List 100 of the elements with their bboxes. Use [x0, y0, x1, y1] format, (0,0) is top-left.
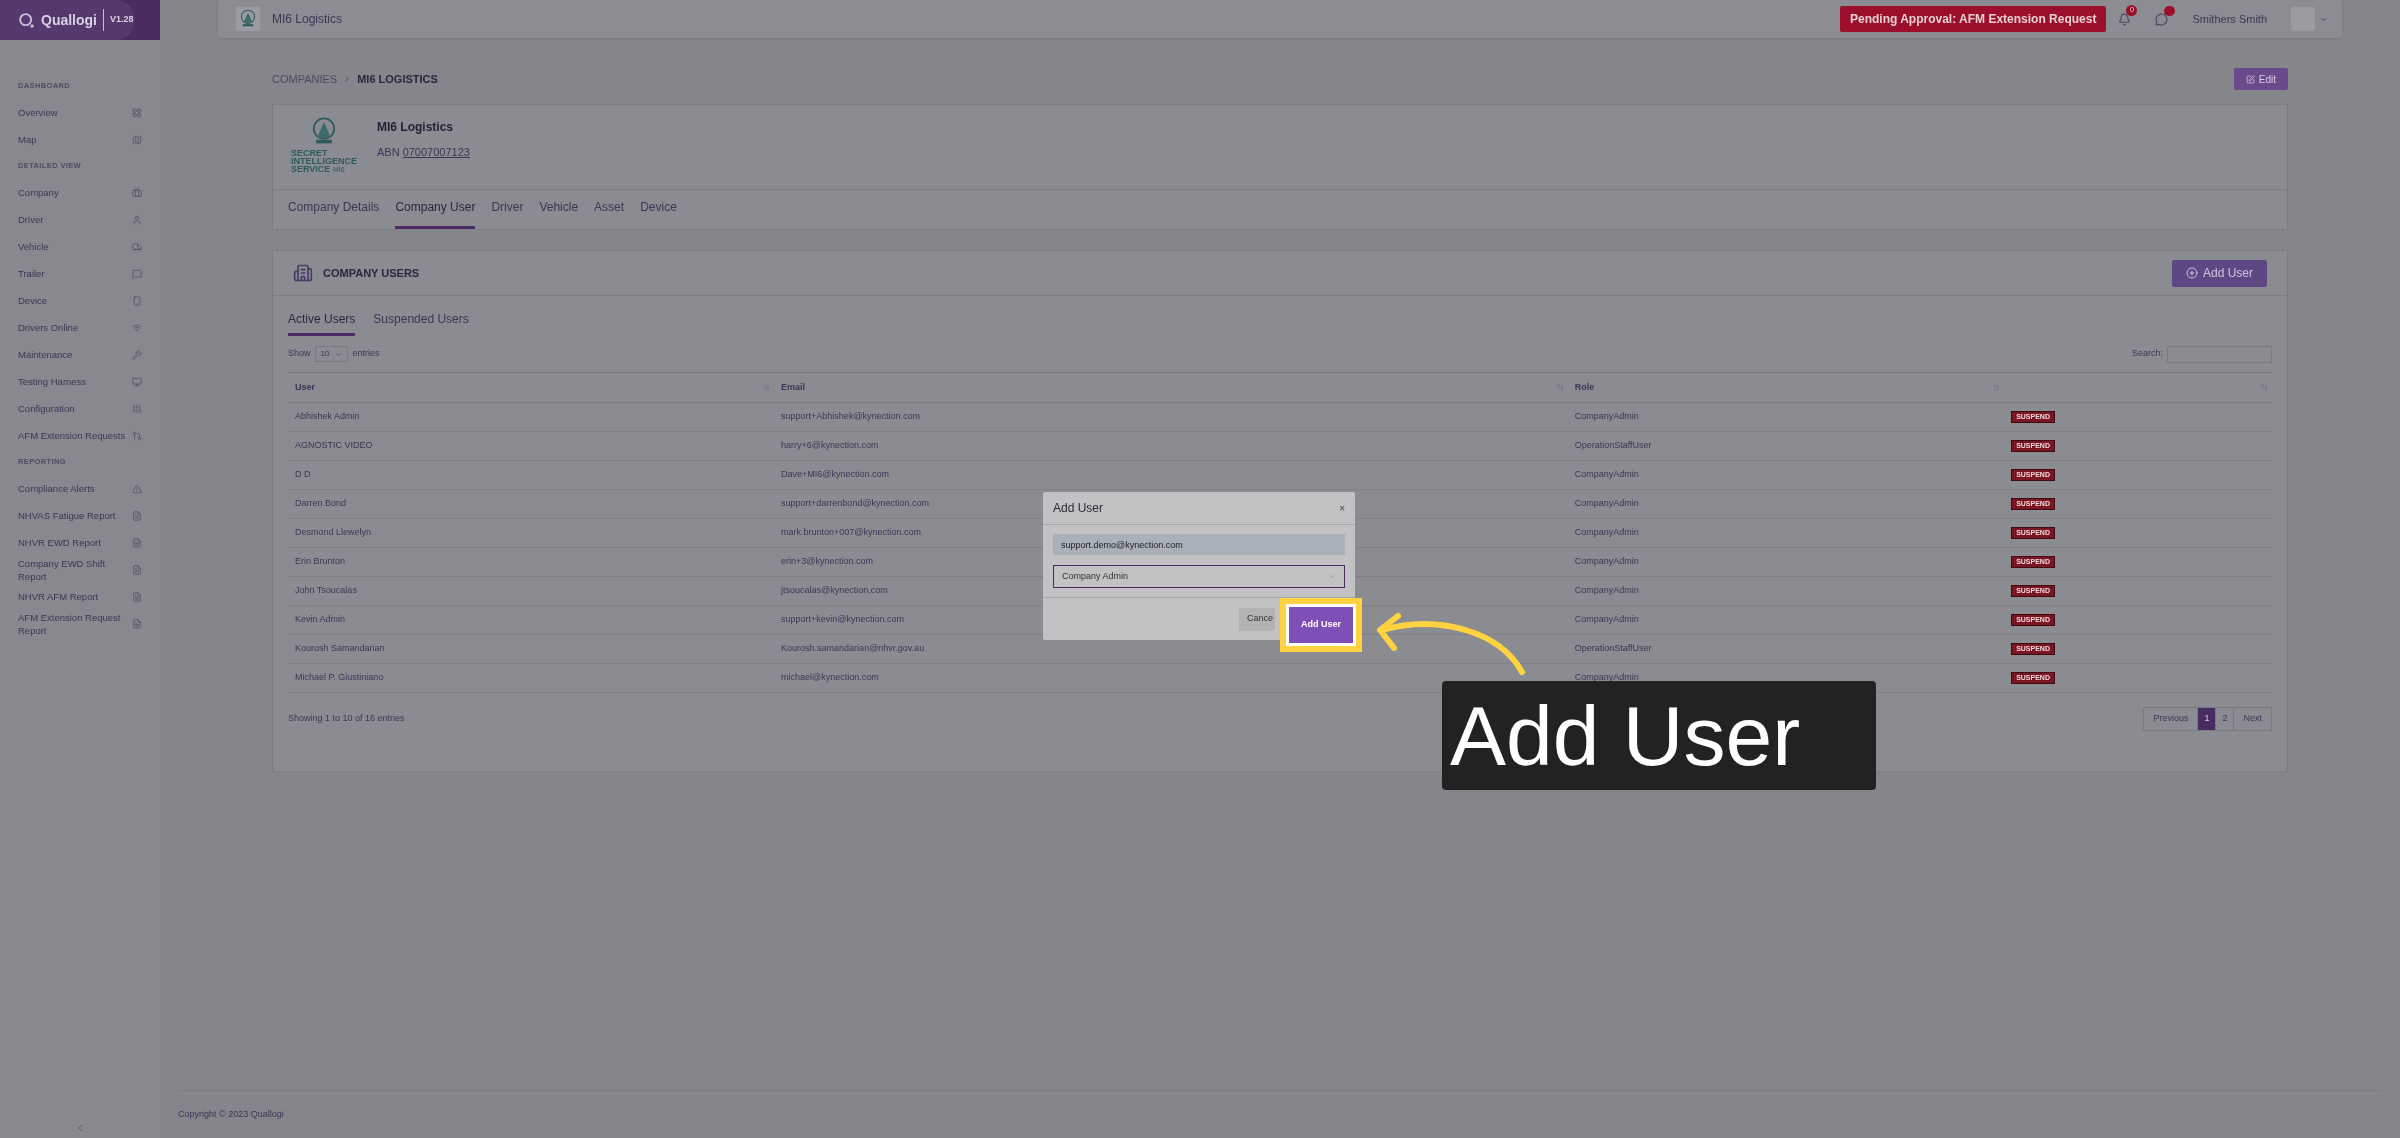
- callout-box: Add User: [1442, 681, 1876, 790]
- user-cell: Darren Bond: [295, 498, 347, 509]
- sidebar-item[interactable]: Maintenance: [18, 341, 142, 368]
- breadcrumb-current: MI6 LOGISTICS: [357, 71, 438, 87]
- user-cell: Abhishek Admin: [295, 411, 360, 422]
- sidebar-item[interactable]: Overview: [18, 99, 142, 126]
- page-button[interactable]: 2: [2216, 708, 2235, 730]
- sidebar-item[interactable]: Device: [18, 287, 142, 314]
- company-tab[interactable]: Driver: [491, 198, 524, 229]
- show-label: Show: [288, 347, 311, 361]
- sidebar-item[interactable]: NHVR AFM Report: [18, 583, 142, 610]
- email-field[interactable]: support.demo@kynection.com: [1053, 534, 1345, 555]
- copyright-text: Copyright © 2023 Quallogi: [178, 1107, 284, 1121]
- sidebar-item[interactable]: Company: [18, 179, 142, 206]
- sidebar-item[interactable]: Trailer: [18, 260, 142, 287]
- dialog-title: Add User: [1053, 500, 1104, 517]
- role-cell: CompanyAdmin: [1574, 469, 1639, 480]
- page-size-select[interactable]: 10: [314, 346, 349, 362]
- sliders-icon: [132, 403, 142, 414]
- email-cell: michael@kynection.com: [781, 672, 879, 683]
- wrench-icon: [132, 349, 142, 360]
- abn-link[interactable]: 07007007123: [402, 144, 470, 161]
- email-cell: support+darrenbond@kynection.com: [781, 498, 930, 509]
- truck-icon: [132, 241, 142, 252]
- user-name: Smithers Smith: [2192, 11, 2267, 27]
- email-cell: Kourosh.samandarian@nhvr.gov.au: [781, 643, 925, 654]
- wifi-icon: [132, 322, 142, 333]
- caret-icon: [335, 350, 343, 358]
- breadcrumb-link[interactable]: COMPANIES: [272, 70, 338, 88]
- role-cell: OperationStaffUser: [1574, 440, 1652, 451]
- message-icon[interactable]: [2155, 12, 2169, 26]
- users-tab[interactable]: Active Users: [288, 310, 356, 336]
- version-label: V1.28: [110, 13, 134, 27]
- role-cell: OperationStaffUser: [1574, 643, 1652, 654]
- company-tab[interactable]: Device: [640, 198, 677, 229]
- add-user-button[interactable]: Add User: [2171, 259, 2267, 287]
- role-cell: CompanyAdmin: [1574, 614, 1639, 625]
- dialog-add-user-button[interactable]: Add User: [1289, 607, 1353, 643]
- role-cell: CompanyAdmin: [1574, 411, 1639, 422]
- user-cell: Kevin Admin: [295, 614, 346, 625]
- company-tab[interactable]: Vehicle: [539, 198, 579, 229]
- brand-name: Quallogi: [41, 10, 97, 30]
- monitor-icon: [132, 376, 142, 387]
- column-header[interactable]: User: [295, 380, 315, 395]
- sidebar-item[interactable]: Drivers Online: [18, 314, 142, 341]
- edit-button[interactable]: Edit: [2233, 68, 2288, 90]
- pending-approval-button[interactable]: Pending Approval: AFM Extension Request: [1839, 6, 2107, 32]
- company-tab[interactable]: Asset: [594, 198, 625, 229]
- role-select[interactable]: Company Admin: [1053, 565, 1345, 588]
- user-cell: Desmond Llewelyn: [295, 527, 372, 538]
- company-tab[interactable]: Company Details: [288, 198, 380, 229]
- briefcase-icon: [132, 187, 142, 198]
- cancel-button[interactable]: Cance: [1239, 607, 1275, 631]
- sidebar-item[interactable]: NHVR EWD Report: [18, 529, 142, 556]
- search-label: Search:: [2131, 347, 2163, 361]
- email-cell: support+kevin@kynection.com: [781, 614, 905, 625]
- email-cell: jtsoucalas@kynection.com: [781, 585, 888, 596]
- sidebar-item[interactable]: Company EWD Shift Report: [18, 556, 142, 583]
- users-tab[interactable]: Suspended Users: [373, 310, 469, 336]
- sidebar-item[interactable]: Driver: [18, 206, 142, 233]
- branch-icon: [132, 430, 142, 441]
- column-header[interactable]: Role: [1574, 380, 1595, 395]
- sidebar-item[interactable]: Configuration: [18, 395, 142, 422]
- edit-icon: [2245, 74, 2255, 84]
- sidebar-item[interactable]: Testing Harness: [18, 368, 142, 395]
- pagination-nav-button[interactable]: Next: [2234, 708, 2271, 730]
- role-cell: CompanyAdmin: [1574, 672, 1639, 683]
- close-button[interactable]: ×: [1339, 500, 1345, 516]
- user-cell: John Tsoucalas: [295, 585, 357, 596]
- company-name: MI6 Logistics: [377, 119, 454, 136]
- page-button[interactable]: 1: [2198, 708, 2217, 730]
- message-badge: [2164, 5, 2176, 16]
- user-cell: AGNOSTIC VIDEO: [295, 440, 373, 451]
- person-icon: [132, 214, 142, 225]
- logo-icon: [18, 11, 35, 29]
- speech-bubble-icon: [132, 268, 142, 279]
- document-icon: [132, 510, 142, 521]
- sidebar-item[interactable]: Map: [18, 126, 142, 153]
- plus-icon: [2185, 267, 2198, 279]
- email-cell: support+Abhishek@kynection.com: [781, 411, 921, 422]
- role-cell: CompanyAdmin: [1574, 527, 1639, 538]
- sidebar-item[interactable]: AFM Extension Request Report: [18, 610, 142, 637]
- email-cell: harry+6@kynection.com: [781, 440, 879, 451]
- role-cell: CompanyAdmin: [1574, 585, 1639, 596]
- document-icon: [132, 537, 142, 548]
- bell-icon[interactable]: [2118, 12, 2132, 26]
- email-cell: mark.brunton+007@kynection.com: [781, 527, 922, 538]
- sidebar-item[interactable]: Vehicle: [18, 233, 142, 260]
- company-title: MI6 Logistics: [272, 11, 343, 28]
- warning-icon: [132, 483, 142, 494]
- document-icon: [132, 564, 142, 575]
- map-icon: [132, 134, 142, 145]
- user-cell: Michael P. Giustiniano: [295, 672, 384, 683]
- sidebar-item[interactable]: Compliance Alerts: [18, 475, 142, 502]
- sidebar-item[interactable]: NHVAS Fatigue Report: [18, 502, 142, 529]
- document-icon: [132, 591, 142, 602]
- company-tab[interactable]: Company User: [395, 198, 476, 229]
- column-header[interactable]: Email: [781, 380, 806, 395]
- user-cell: Kourosh Samandarian: [295, 643, 385, 654]
- sidebar-item[interactable]: AFM Extension Requests: [18, 422, 142, 449]
